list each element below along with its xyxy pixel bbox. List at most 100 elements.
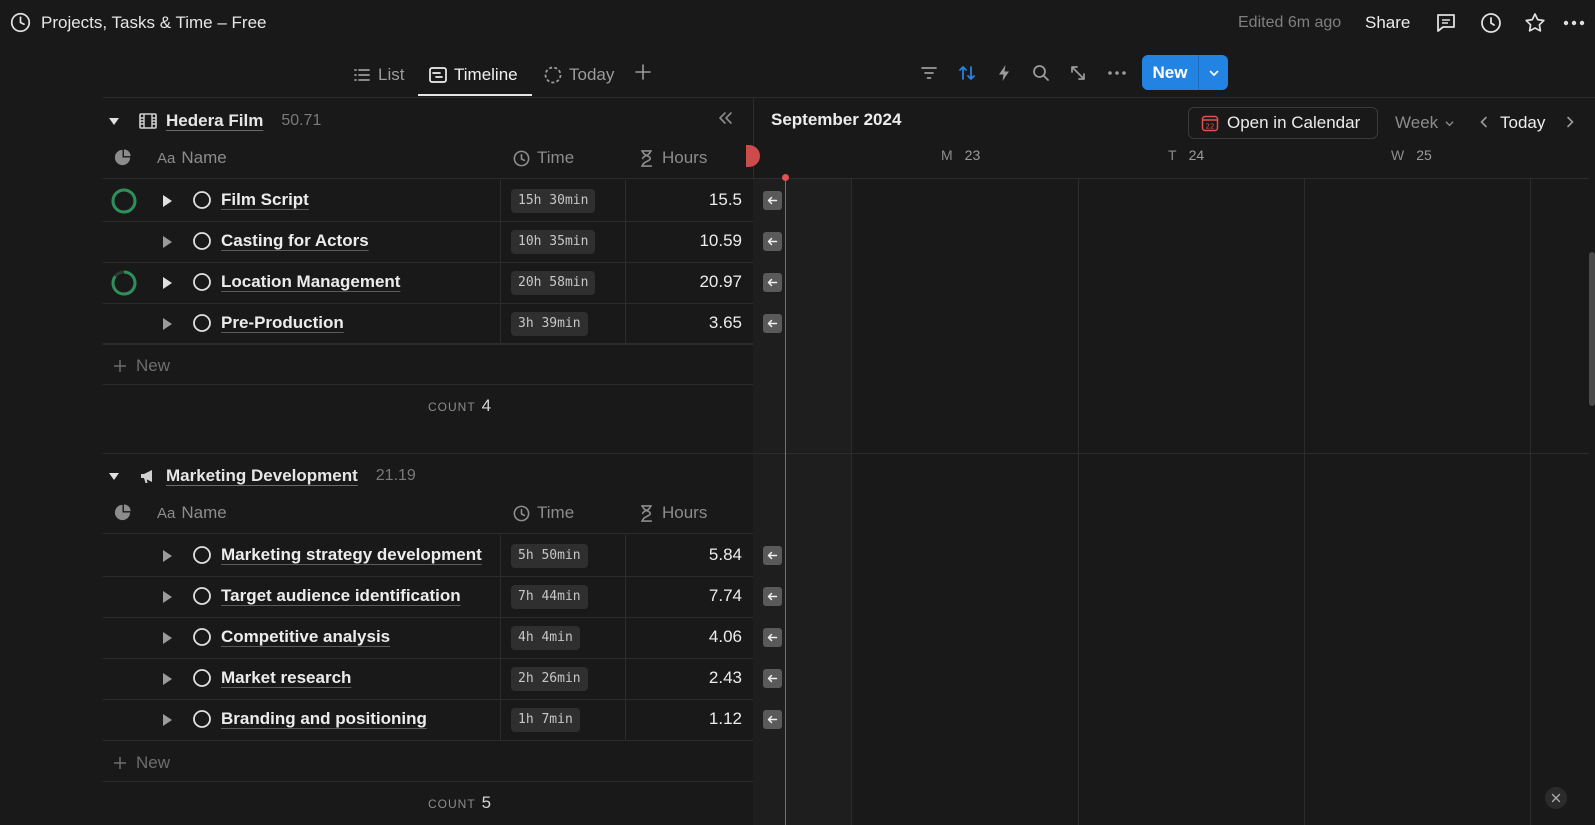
- group-header-marketing-development[interactable]: Marketing Development 21.19: [108, 463, 416, 489]
- table-row[interactable]: Branding and positioning 1h 7min 1.12: [103, 699, 753, 740]
- expand-triangle-icon[interactable]: [161, 194, 173, 208]
- tab-timeline[interactable]: Timeline: [428, 60, 518, 90]
- view-more-icon[interactable]: [1106, 62, 1128, 84]
- more-icon[interactable]: [1562, 11, 1586, 35]
- task-name[interactable]: Location Management: [221, 272, 400, 292]
- scroll-to-item-button[interactable]: [763, 587, 782, 606]
- status-circle-icon[interactable]: [192, 627, 212, 647]
- scroll-to-item-button[interactable]: [763, 314, 782, 333]
- collapse-caret-icon[interactable]: [108, 115, 120, 127]
- group-name[interactable]: Hedera Film: [166, 111, 263, 131]
- scroll-to-item-button[interactable]: [763, 669, 782, 688]
- column-headers: Aa Name Time Hours: [103, 140, 753, 178]
- status-circle-icon[interactable]: [192, 231, 212, 251]
- scroll-to-item-button[interactable]: [763, 710, 782, 729]
- table-row[interactable]: Pre-Production 3h 39min 3.65: [103, 303, 753, 344]
- task-name[interactable]: Market research: [221, 668, 351, 688]
- hours-column-header[interactable]: Hours: [637, 148, 707, 168]
- expand-triangle-icon[interactable]: [161, 672, 173, 686]
- task-name[interactable]: Competitive analysis: [221, 627, 390, 647]
- close-button[interactable]: [1545, 787, 1567, 809]
- automation-icon[interactable]: [993, 62, 1015, 84]
- table-row[interactable]: Film Script 15h 30min 15.5: [103, 180, 753, 221]
- collapse-caret-icon[interactable]: [108, 470, 120, 482]
- filter-icon[interactable]: [918, 62, 940, 84]
- table-row[interactable]: Casting for Actors 10h 35min 10.59: [103, 221, 753, 262]
- open-in-calendar-button[interactable]: 22 Open in Calendar: [1188, 107, 1378, 139]
- day-header-tue: T 24: [1168, 147, 1205, 163]
- expand-triangle-icon[interactable]: [161, 713, 173, 727]
- chevron-right-icon[interactable]: [1563, 115, 1577, 129]
- expand-triangle-icon[interactable]: [161, 235, 173, 249]
- new-dropdown[interactable]: [1199, 55, 1228, 90]
- history-icon[interactable]: [1479, 11, 1503, 35]
- arrow-left-icon: [767, 715, 778, 724]
- table-row[interactable]: Marketing strategy development 5h 50min 5.…: [103, 535, 753, 576]
- view-tabs: List Timeline Today New: [0, 52, 1595, 98]
- add-view-icon[interactable]: [632, 61, 654, 83]
- task-name[interactable]: Target audience identification: [221, 586, 461, 606]
- search-icon[interactable]: [1030, 62, 1052, 84]
- task-name[interactable]: Marketing strategy development: [221, 545, 482, 565]
- task-name[interactable]: Pre-Production: [221, 313, 344, 333]
- comment-icon[interactable]: [1434, 11, 1458, 35]
- timeline-icon: [429, 67, 447, 83]
- group-name[interactable]: Marketing Development: [166, 466, 358, 486]
- share-button[interactable]: Share: [1365, 13, 1410, 33]
- scroll-to-item-button[interactable]: [763, 546, 782, 565]
- new-button[interactable]: New: [1142, 55, 1228, 90]
- expand-triangle-icon[interactable]: [161, 631, 173, 645]
- status-circle-icon[interactable]: [192, 545, 212, 565]
- add-new-row-button[interactable]: New: [112, 753, 170, 773]
- svg-text:22: 22: [1206, 122, 1215, 130]
- status-circle-icon[interactable]: [192, 709, 212, 729]
- expand-triangle-icon[interactable]: [161, 590, 173, 604]
- name-column-header[interactable]: Aa Name: [157, 503, 227, 523]
- progress-column-header[interactable]: [113, 148, 132, 167]
- sort-icon[interactable]: [956, 62, 978, 84]
- vertical-scrollbar[interactable]: [1589, 252, 1595, 406]
- time-column-header[interactable]: Time: [512, 148, 574, 168]
- tab-today[interactable]: Today: [543, 60, 614, 90]
- scroll-to-item-button[interactable]: [763, 628, 782, 647]
- today-button[interactable]: Today: [1500, 113, 1545, 133]
- table-row[interactable]: Target audience identification 7h 44min 7.…: [103, 576, 753, 617]
- star-icon[interactable]: [1523, 11, 1547, 35]
- status-circle-icon[interactable]: [192, 190, 212, 210]
- status-circle-icon[interactable]: [192, 586, 212, 606]
- status-circle-icon[interactable]: [192, 313, 212, 333]
- expand-triangle-icon[interactable]: [161, 549, 173, 563]
- time-value: 20h 58min: [511, 271, 596, 295]
- collapse-table-icon[interactable]: [716, 109, 734, 127]
- task-name[interactable]: Branding and positioning: [221, 709, 427, 729]
- group-header-hedera-film[interactable]: Hedera Film 50.71: [108, 108, 321, 134]
- task-name[interactable]: Casting for Actors: [221, 231, 369, 251]
- scroll-to-item-button[interactable]: [763, 273, 782, 292]
- scroll-to-item-button[interactable]: [763, 191, 782, 210]
- hourglass-icon: [640, 504, 653, 522]
- status-circle-icon[interactable]: [192, 668, 212, 688]
- plus-icon: [114, 360, 126, 372]
- hours-column-header[interactable]: Hours: [637, 503, 707, 523]
- task-name[interactable]: Film Script: [221, 190, 309, 210]
- table-row[interactable]: Location Management 20h 58min 20.97: [103, 262, 753, 303]
- table-row[interactable]: Market research 2h 26min 2.43: [103, 658, 753, 699]
- chevron-left-icon[interactable]: [1477, 115, 1491, 129]
- today-marker-line: [785, 178, 786, 825]
- expand-triangle-icon[interactable]: [161, 276, 173, 290]
- table-row[interactable]: Competitive analysis 4h 4min 4.06: [103, 617, 753, 658]
- active-tab-indicator: [418, 94, 532, 96]
- close-icon: [1551, 793, 1561, 803]
- status-circle-icon[interactable]: [192, 272, 212, 292]
- range-selector[interactable]: Week: [1395, 113, 1455, 133]
- time-value: 15h 30min: [511, 189, 596, 213]
- add-new-row-button[interactable]: New: [112, 356, 170, 376]
- expand-triangle-icon[interactable]: [161, 317, 173, 331]
- time-column-header[interactable]: Time: [512, 503, 574, 523]
- progress-column-header[interactable]: [113, 503, 132, 522]
- tab-list[interactable]: List: [352, 60, 404, 90]
- expand-icon[interactable]: [1067, 62, 1089, 84]
- name-column-header[interactable]: Aa Name: [157, 148, 227, 168]
- scroll-to-item-button[interactable]: [763, 232, 782, 251]
- page-title[interactable]: Projects, Tasks & Time – Free: [41, 13, 266, 33]
